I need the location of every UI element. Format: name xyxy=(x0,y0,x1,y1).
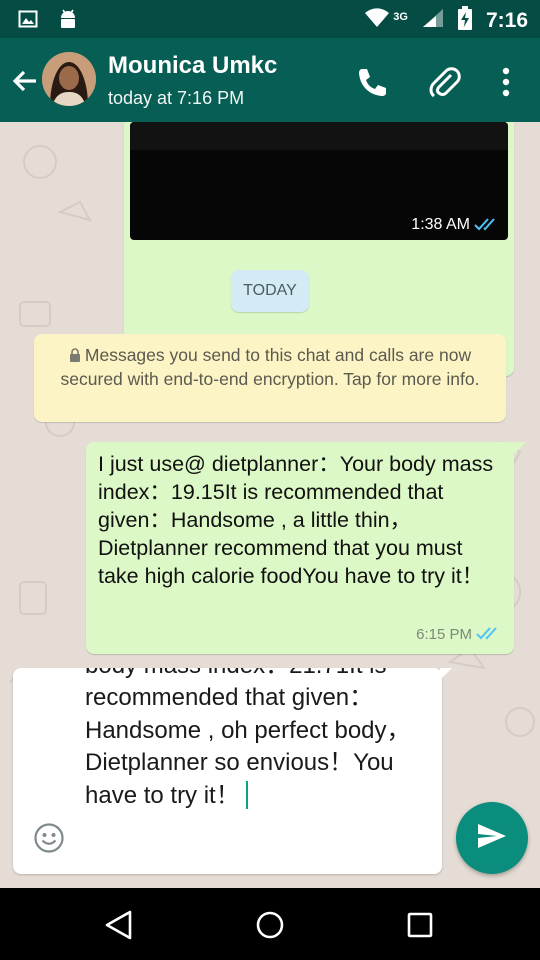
contact-name[interactable]: Mounica Umkc xyxy=(108,52,277,80)
outgoing-message-bubble[interactable]: I just use@ dietplanner：Your body mass i… xyxy=(86,442,526,654)
message-text: I just use@ dietplanner：Your body mass i… xyxy=(98,452,494,588)
nav-recents-icon[interactable] xyxy=(401,906,439,944)
avatar[interactable] xyxy=(42,52,96,106)
encryption-notice[interactable]: Messages you send to this chat and calls… xyxy=(34,334,506,422)
nav-back-icon[interactable] xyxy=(100,906,138,944)
attachment-icon[interactable] xyxy=(424,62,464,102)
emoji-icon[interactable] xyxy=(33,822,65,854)
wifi-icon xyxy=(365,8,390,33)
read-receipt-icon xyxy=(476,625,502,646)
message-time: 6:15 PM xyxy=(416,626,472,643)
chat-header: Mounica Umkc today at 7:16 PM xyxy=(0,38,540,122)
send-icon xyxy=(477,823,507,854)
network-type-label: 3G xyxy=(393,10,408,23)
read-receipt-icon xyxy=(474,216,500,237)
message-input-text[interactable]: body mass index：21.71It is recommended t… xyxy=(85,668,435,812)
message-input-field[interactable]: body mass index：21.71It is recommended t… xyxy=(13,668,442,874)
system-nav-bar xyxy=(0,888,540,960)
more-options-icon[interactable] xyxy=(488,62,524,102)
nav-home-icon[interactable] xyxy=(251,906,289,944)
android-notification-icon xyxy=(58,8,78,35)
gallery-notification-icon xyxy=(18,9,38,34)
date-chip: TODAY xyxy=(231,270,309,312)
message-time: 1:38 AM xyxy=(411,216,470,233)
back-arrow-icon[interactable] xyxy=(8,64,42,98)
chat-area[interactable]: 1:38 AM TODAY Messages you send to this … xyxy=(0,122,540,888)
voice-call-icon[interactable] xyxy=(352,62,392,102)
lock-icon xyxy=(69,345,81,368)
last-seen-status[interactable]: today at 7:16 PM xyxy=(108,88,244,109)
cell-signal-icon xyxy=(422,8,444,33)
status-bar: 3G 7:16 xyxy=(0,0,540,38)
encryption-notice-text: Messages you send to this chat and calls… xyxy=(60,345,480,389)
text-cursor xyxy=(245,780,248,809)
battery-charging-icon xyxy=(457,6,472,35)
send-button[interactable] xyxy=(456,802,528,874)
composer-tail xyxy=(440,668,452,680)
status-time: 7:16 xyxy=(485,8,528,32)
